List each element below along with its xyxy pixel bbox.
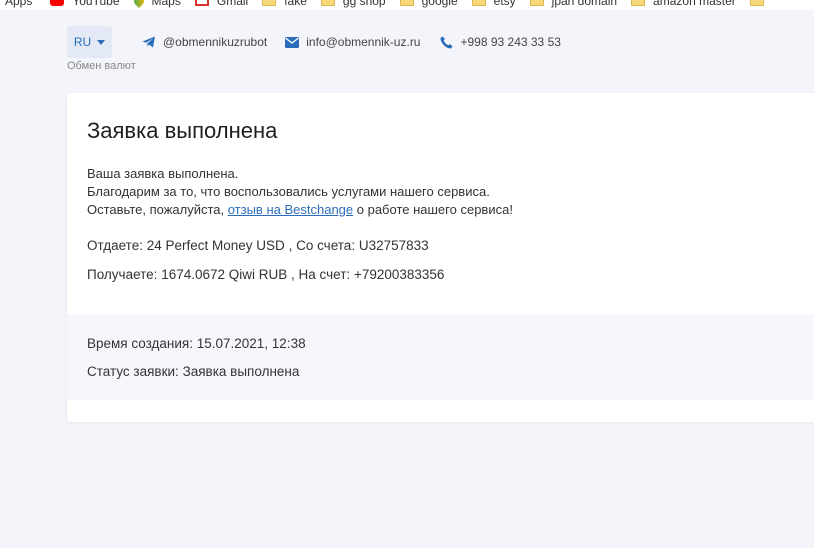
bookmark-youtube[interactable]: YouTube <box>50 0 120 8</box>
folder-icon <box>631 0 646 6</box>
message-line-3: Оставьте, пожалуйста, отзыв на Bestchang… <box>87 201 513 219</box>
bookmark-folder-more[interactable] <box>749 0 772 6</box>
bookmark-maps[interactable]: Maps <box>131 0 181 9</box>
order-card: Заявка выполнена Ваша заявка выполнена. … <box>67 93 814 422</box>
get-account: +79200383356 <box>353 267 445 282</box>
youtube-icon <box>50 0 65 6</box>
order-meta: Время создания: 15.07.2021, 12:38 Статус… <box>67 314 814 400</box>
status-value: Заявка выполнена <box>182 364 300 379</box>
status-row: Статус заявки: Заявка выполнена <box>87 364 299 379</box>
bookmark-label: Gmail <box>216 0 249 8</box>
give-label: Отдаете: <box>87 238 143 253</box>
telegram-handle: @obmennikuzrubot <box>163 35 268 49</box>
give-row: Отдаете: 24 Perfect Money USD , Со счета… <box>87 238 429 253</box>
folder-icon <box>399 0 414 6</box>
maps-icon <box>131 0 146 9</box>
bookmark-folder-gg-shop[interactable]: gg shop <box>320 0 386 8</box>
bookmark-label: jpan domain <box>551 0 618 8</box>
site-header: RU @obmennikuzrubot info@obmennik-uz.ru … <box>67 26 561 58</box>
folder-icon <box>471 0 486 6</box>
bookmark-label: amazon master <box>653 0 736 8</box>
folder-icon <box>262 0 277 6</box>
bookmark-label: YouTube <box>72 0 120 8</box>
envelope-icon <box>285 36 300 48</box>
message-text-before: Оставьте, пожалуйста, <box>87 202 228 217</box>
get-value: 1674.0672 Qiwi RUB <box>161 267 288 282</box>
bookmark-label: Apps <box>5 0 33 8</box>
language-selector[interactable]: RU <box>67 26 112 58</box>
phone-icon <box>440 36 453 48</box>
get-row: Получаете: 1674.0672 Qiwi RUB , На счет:… <box>87 267 445 282</box>
gmail-icon <box>194 0 209 6</box>
bookmark-label: fake <box>284 0 307 8</box>
caret-down-icon <box>97 39 106 45</box>
bookmark-label: google <box>421 0 458 8</box>
bookmark-folder-etsy[interactable]: etsy <box>471 0 516 8</box>
bestchange-review-link[interactable]: отзыв на Bestchange <box>228 202 353 217</box>
bookmark-label: gg shop <box>342 0 386 8</box>
get-account-label: На счет: <box>298 267 351 282</box>
status-label: Статус заявки: <box>87 364 179 379</box>
bookmark-gmail[interactable]: Gmail <box>194 0 249 8</box>
created-value: 15.07.2021, 12:38 <box>196 336 306 351</box>
order-message: Ваша заявка выполнена. Благодарим за то,… <box>87 165 513 219</box>
message-line-1: Ваша заявка выполнена. <box>87 166 239 181</box>
message-text-after: о работе нашего сервиса! <box>353 202 513 217</box>
bookmark-apps[interactable]: Apps <box>5 0 32 8</box>
bookmark-folder-google[interactable]: google <box>399 0 458 8</box>
bookmark-folder-jpan-domain[interactable]: jpan domain <box>529 0 618 8</box>
created-row: Время создания: 15.07.2021, 12:38 <box>87 336 306 351</box>
folder-icon <box>320 0 335 6</box>
bookmark-folder-fake[interactable]: fake <box>262 0 307 8</box>
phone-number: +998 93 243 33 53 <box>460 35 561 49</box>
bookmark-label: Maps <box>151 0 181 8</box>
bookmarks-bar: Apps YouTube Maps Gmail fake gg shop goo… <box>0 0 814 10</box>
message-line-2: Благодарим за то, что воспользовались ус… <box>87 184 490 199</box>
folder-icon <box>529 0 544 6</box>
give-value: 24 Perfect Money USD <box>146 238 285 253</box>
get-label: Получаете: <box>87 267 158 282</box>
created-label: Время создания: <box>87 336 193 351</box>
give-account: U32757833 <box>358 238 429 253</box>
email-address: info@obmennik-uz.ru <box>306 35 421 49</box>
page-title: Заявка выполнена <box>87 118 278 143</box>
bookmark-folder-amazon-master[interactable]: amazon master <box>631 0 736 8</box>
phone-contact[interactable]: +998 93 243 33 53 <box>440 35 561 49</box>
telegram-icon <box>142 36 155 48</box>
bookmark-label: etsy <box>493 0 516 8</box>
site-name: Обмен валют <box>67 60 136 70</box>
email-contact[interactable]: info@obmennik-uz.ru <box>285 35 420 49</box>
language-value: RU <box>73 35 92 49</box>
folder-icon <box>749 0 764 6</box>
telegram-contact[interactable]: @obmennikuzrubot <box>142 35 267 49</box>
give-account-label: Со счета: <box>296 238 356 253</box>
